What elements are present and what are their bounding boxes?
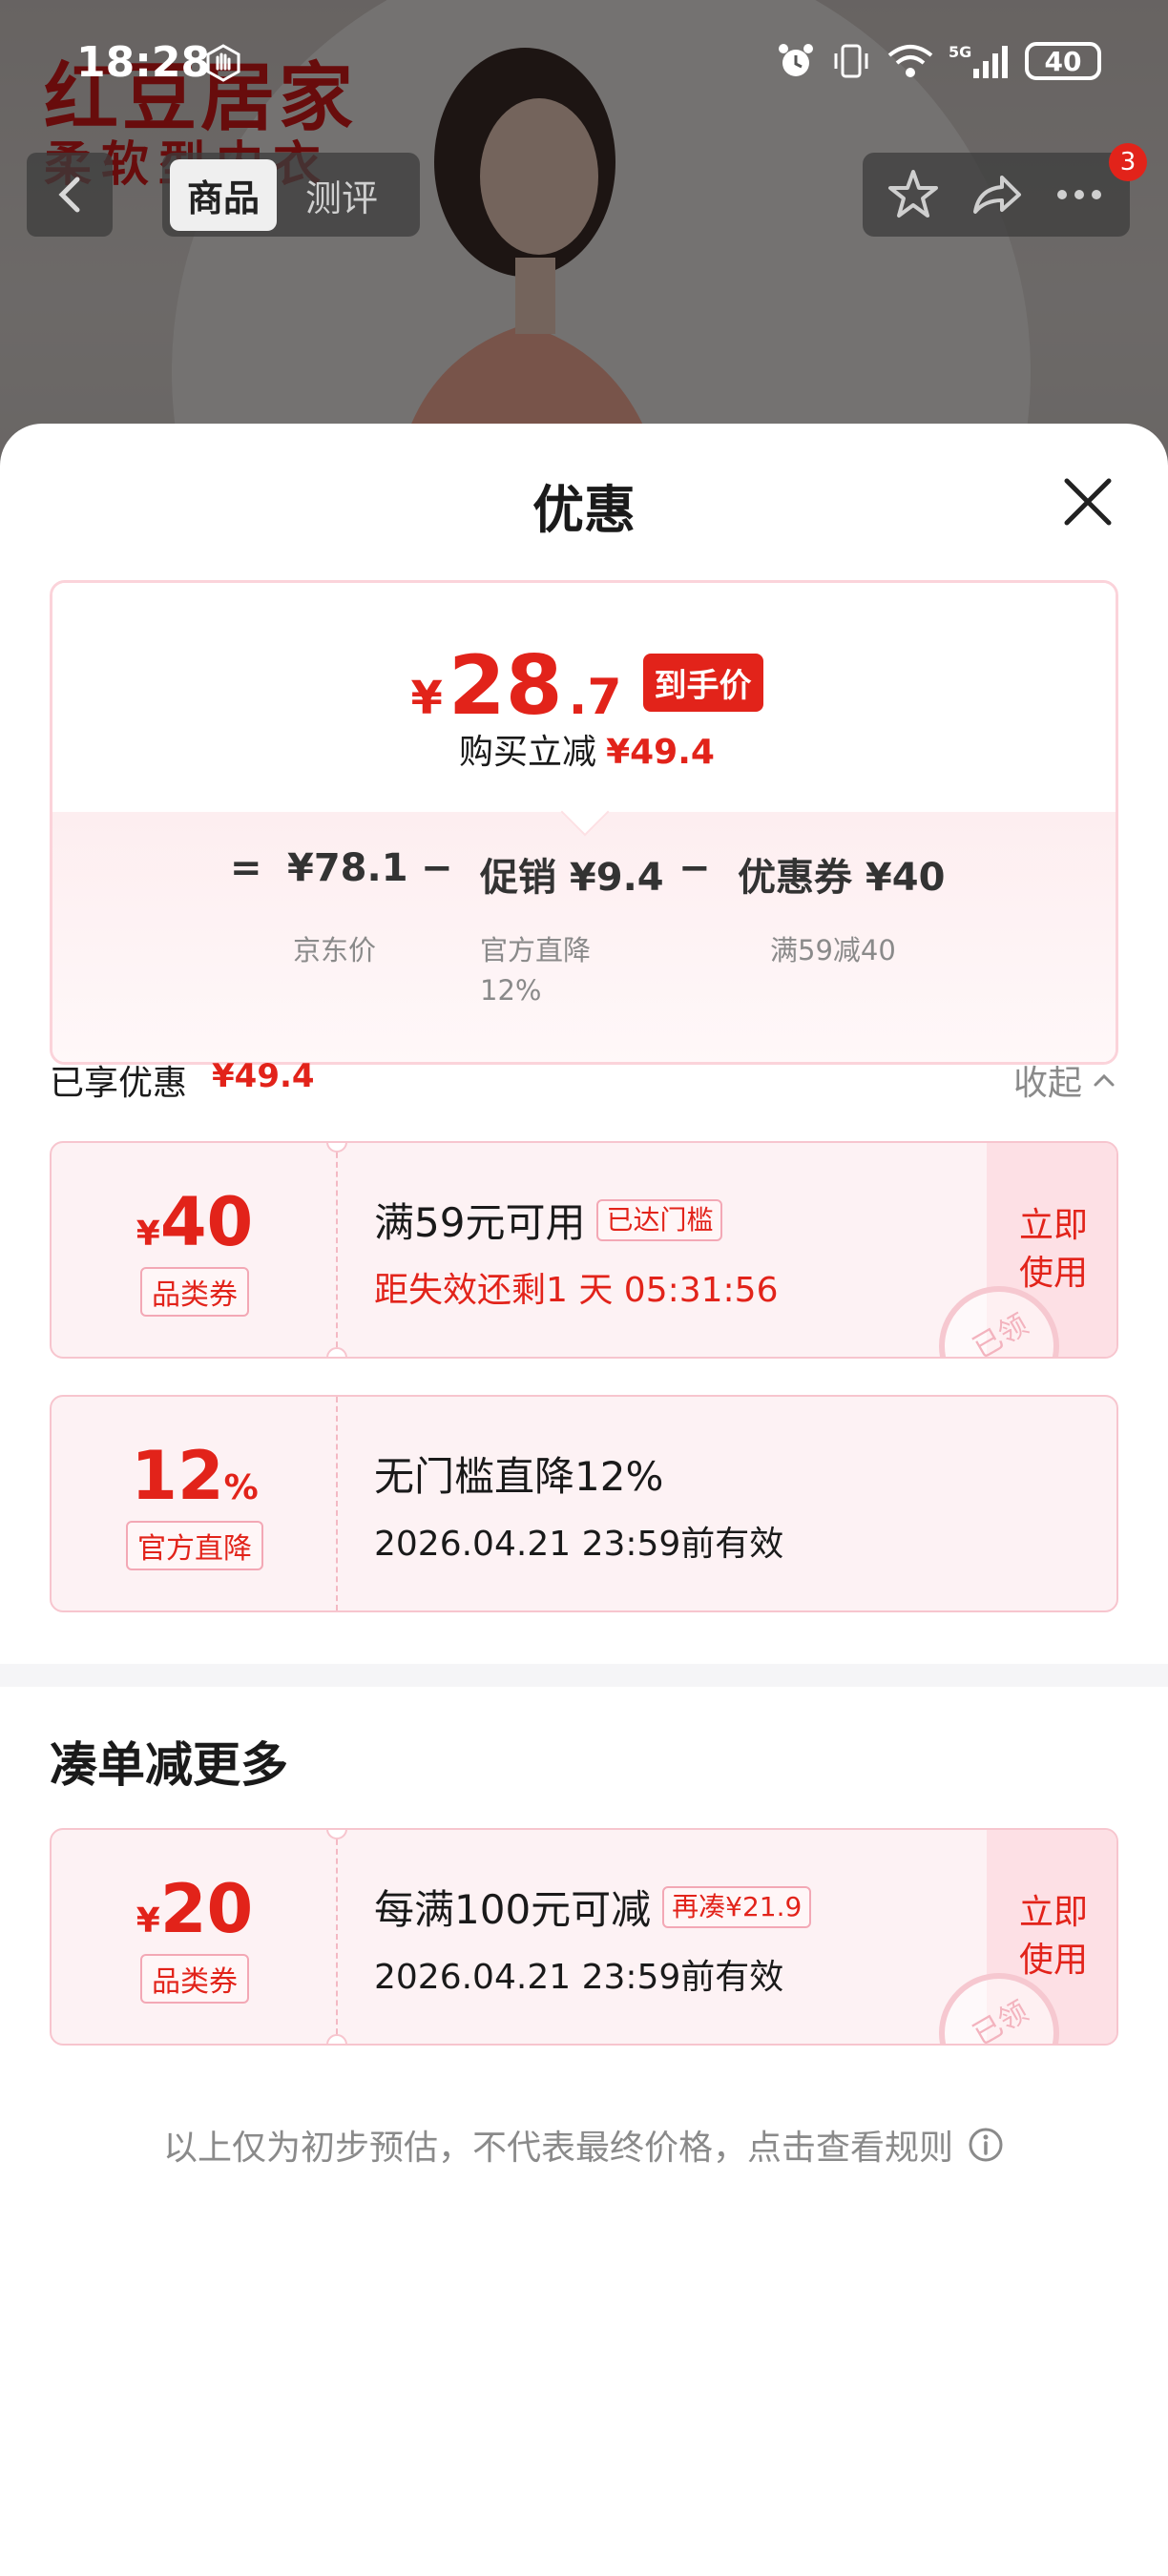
add-on-coupon-card[interactable]: ¥ 20 品类券 每满100元可减 再凑¥21.9 2026.04.21 23:… [50, 1828, 1118, 2046]
discount-details: 无门槛直降12% 2026.04.21 23:59前有效 [374, 1444, 985, 1566]
coupon-title-line: 满59元可用 已达门槛 [374, 1191, 985, 1249]
enjoyed-label: 已享优惠 [50, 1064, 188, 1103]
chevron-left-icon [58, 177, 80, 213]
coupon-notch [326, 2034, 347, 2044]
formula-promo-label: 官方直降 [480, 934, 592, 966]
discount-type-badge: 官方直降 [126, 1521, 263, 1570]
price-formula: = ¥78.1 − 促销 ¥9.4 − 优惠券 ¥40 京东价 官方直降 12%… [52, 846, 1116, 1007]
claimed-stamp-text: 已领 [968, 1994, 1034, 2046]
final-price-currency: ¥ [410, 672, 443, 725]
add-more-chip: 再凑¥21.9 [662, 1885, 812, 1928]
coupon-title-line: 每满100元可减 再凑¥21.9 [374, 1878, 985, 1936]
threshold-met-chip: 已达门槛 [596, 1198, 723, 1241]
formula-promo: 促销 ¥9.4 [480, 856, 664, 900]
formula-base-label: 京东价 [293, 934, 377, 966]
discount-amount: 12 % [131, 1437, 259, 1515]
formula-base-price: ¥78.1 [287, 846, 408, 890]
tab-reviews[interactable]: 测评 [288, 159, 395, 231]
coupon-amount: ¥ 20 [136, 1870, 253, 1948]
price-breakdown-card: ¥ 28 .7 到手价 购买立减 ¥49.4 = ¥78.1 − 促销 ¥9.4 … [50, 580, 1118, 1065]
coupon-type-badge: 品类券 [140, 1267, 249, 1317]
final-price-decimal: .7 [568, 669, 622, 726]
back-button[interactable] [27, 153, 113, 237]
use-now-label: 立即使用 [1018, 1206, 1088, 1293]
vibrate-icon [834, 44, 868, 78]
discount-value: 12 [131, 1437, 224, 1515]
final-price: ¥ 28 .7 到手价 [52, 638, 1116, 734]
final-price-integer: 28 [448, 638, 563, 734]
savings-label: 购买立减 [459, 733, 597, 772]
coupon-expiry-countdown: 距失效还剩1 天 05:31:56 [374, 1271, 779, 1310]
coupon-value-area: ¥ 40 品类券 [52, 1143, 338, 1357]
more-icon[interactable] [1051, 166, 1108, 223]
formula-coupon: 优惠券 ¥40 [738, 856, 946, 900]
formula-coupon-label: 满59减40 [770, 934, 896, 966]
battery-indicator: 40 [1025, 42, 1101, 80]
coupon-value-area: ¥ 20 品类券 [52, 1830, 338, 2044]
savings-amount: ¥49.4 [606, 733, 715, 772]
coupon-currency: ¥ [136, 1215, 160, 1254]
more-savings-title: 凑单减更多 [50, 1737, 288, 1793]
collapse-toggle[interactable]: 收起 [1013, 1055, 1118, 1105]
status-bar: 18:28 5G 40 [0, 34, 1168, 101]
savings-line: 购买立减 ¥49.4 [52, 724, 1116, 774]
coupon-title: 满59元可用 [374, 1199, 586, 1246]
enjoyed-amount: ¥49.4 [212, 1057, 315, 1095]
status-time: 18:28 [76, 38, 211, 87]
coupon-type-badge: 品类券 [140, 1954, 249, 2004]
status-icons: 5G 40 [775, 40, 1101, 82]
coupon-currency: ¥ [136, 1901, 160, 1941]
discount-value-area: 12 % 官方直降 [52, 1397, 338, 1610]
coupon-divider [336, 1143, 338, 1357]
use-now-label: 立即使用 [1018, 1893, 1088, 1980]
hand-icon [206, 44, 240, 82]
tab-product[interactable]: 商品 [170, 158, 278, 231]
coupon-value: 40 [159, 1183, 254, 1261]
coupon-amount: ¥ 40 [136, 1183, 253, 1261]
formula-minus-2: − [678, 846, 711, 890]
final-price-area: ¥ 28 .7 到手价 购买立减 ¥49.4 [52, 583, 1116, 812]
notification-badge: 3 [1109, 143, 1147, 181]
coupon-title: 每满100元可减 [374, 1886, 652, 1933]
official-discount-card: 12 % 官方直降 无门槛直降12% 2026.04.21 23:59前有效 [50, 1395, 1118, 1612]
coupon-notch [326, 1347, 347, 1357]
close-icon[interactable] [1059, 473, 1116, 530]
product-tabs: 商品 测评 [162, 153, 420, 237]
star-icon[interactable] [885, 166, 942, 223]
rules-link[interactable]: 以上仅为初步预估，不代表最终价格，点击查看规则 [0, 2120, 1168, 2170]
coupon-details: 每满100元可减 再凑¥21.9 2026.04.21 23:59前有效 [374, 1878, 985, 1999]
category-coupon-card[interactable]: ¥ 40 品类券 满59元可用 已达门槛 距失效还剩1 天 05:31:56 立… [50, 1141, 1118, 1359]
alarm-icon [779, 44, 813, 76]
collapse-label: 收起 [1012, 1064, 1082, 1103]
share-icon[interactable] [968, 166, 1025, 223]
discount-unit: % [223, 1468, 259, 1507]
sheet-title: 优惠 [532, 480, 636, 540]
discount-sheet: 优惠 ¥ 28 .7 到手价 购买立减 ¥49.4 = ¥78.1 − 促销 ¥9… [0, 424, 1168, 2576]
formula-promo-percent: 12% [480, 974, 542, 1007]
coupon-value: 20 [159, 1870, 254, 1948]
coupon-details: 满59元可用 已达门槛 距失效还剩1 天 05:31:56 [374, 1191, 985, 1312]
coupon-validity: 2026.04.21 23:59前有效 [374, 1958, 784, 1997]
coupon-divider [336, 1830, 338, 2044]
discount-title: 无门槛直降12% [374, 1453, 664, 1500]
formula-equals: = [230, 846, 262, 890]
final-price-tag: 到手价 [642, 654, 763, 712]
wifi-icon [887, 45, 933, 77]
discount-validity: 2026.04.21 23:59前有效 [374, 1525, 784, 1564]
coupon-divider [336, 1397, 338, 1610]
cellular-signal-icon: 5G [949, 43, 1008, 78]
formula-minus-1: − [421, 846, 453, 890]
chevron-up-icon [1094, 1073, 1115, 1087]
section-divider [0, 1664, 1168, 1687]
disclaimer-text: 以上仅为初步预估，不代表最终价格，点击查看规则 [162, 2129, 953, 2168]
enjoyed-discount-row: 已享优惠 ¥49.4 收起 [50, 1055, 1118, 1103]
claimed-stamp-text: 已领 [968, 1307, 1034, 1359]
svg-text:5G: 5G [949, 43, 971, 61]
info-icon [969, 2128, 1003, 2162]
product-top-bar: 商品 测评 3 [0, 143, 1168, 239]
product-actions [863, 153, 1130, 237]
